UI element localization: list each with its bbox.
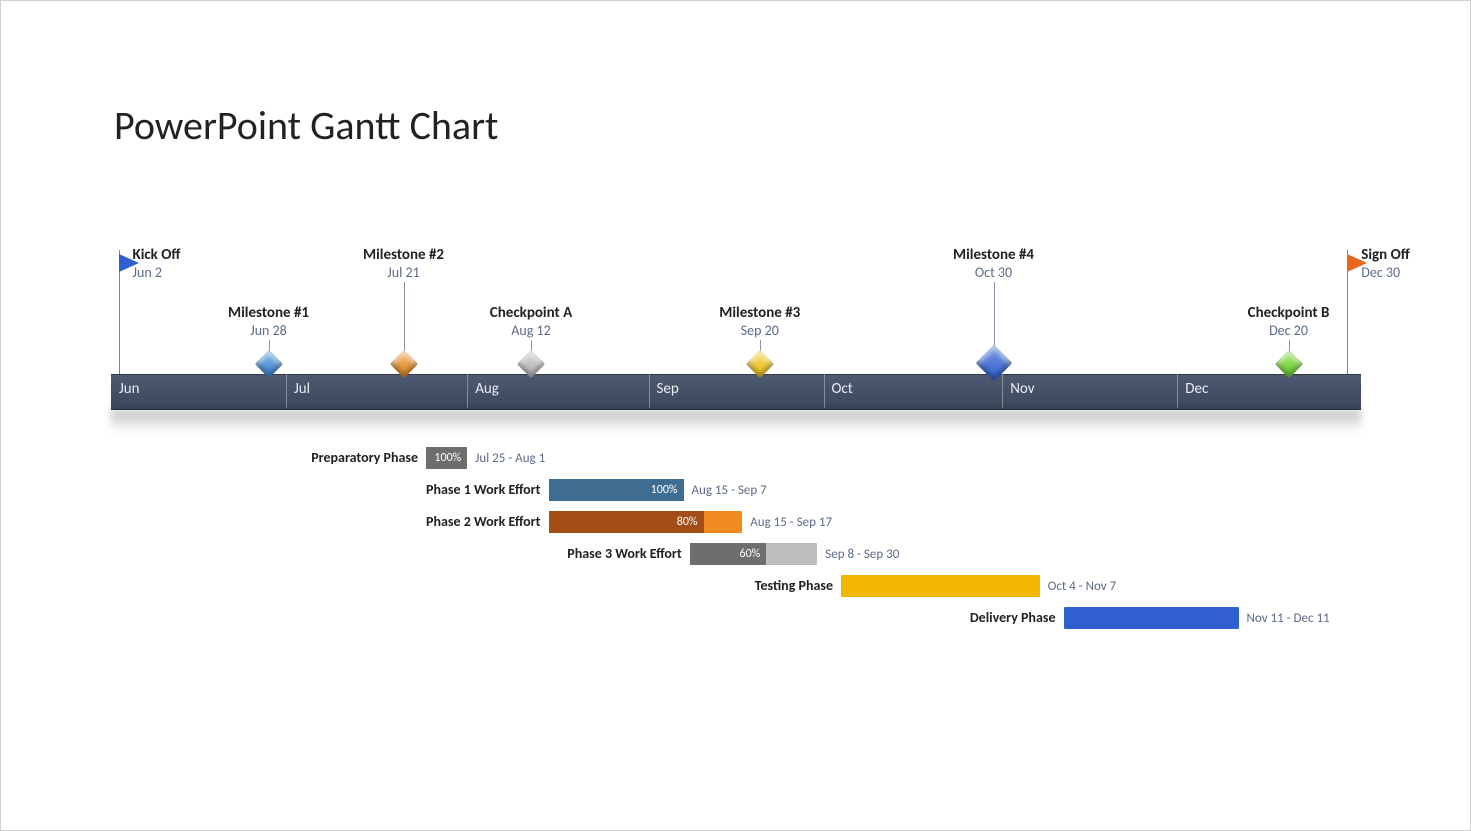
axis-tick xyxy=(1177,374,1178,408)
task-label: Phase 2 Work Effort xyxy=(426,513,540,530)
milestone-label: Kick Off xyxy=(133,246,181,264)
axis-tick xyxy=(824,374,825,408)
flag-icon xyxy=(1347,254,1367,272)
task-date-range: Aug 15 - Sep 17 xyxy=(750,515,832,530)
axis-tick-label: Oct xyxy=(832,380,853,398)
axis-tick xyxy=(1002,374,1003,408)
axis-tick xyxy=(649,374,650,408)
task-bar xyxy=(841,575,1040,597)
milestone-date: Jul 21 xyxy=(387,264,419,281)
milestone-date: Dec 20 xyxy=(1269,322,1308,339)
milestone-label: Sign Off xyxy=(1361,246,1409,264)
milestone-date: Sep 20 xyxy=(741,322,779,339)
axis-tick-label: Sep xyxy=(657,380,679,398)
task-bar: 60% xyxy=(690,543,818,565)
task-row: Delivery Phase Nov 11 - Dec 11 xyxy=(111,603,1361,635)
milestone-label: Milestone #3 xyxy=(719,304,800,322)
task-bar: 100% xyxy=(426,447,467,469)
milestone-date: Aug 12 xyxy=(511,322,550,339)
task-label: Phase 1 Work Effort xyxy=(426,481,540,498)
milestone-label: Milestone #4 xyxy=(953,246,1034,264)
task-progress-label: 80% xyxy=(549,511,704,533)
task-bar: 100% xyxy=(549,479,684,501)
axis-tick-label: Jul xyxy=(294,380,310,398)
task-date-range: Oct 4 - Nov 7 xyxy=(1048,579,1116,594)
milestone-date: Oct 30 xyxy=(975,264,1012,281)
axis-tick-label: Jun xyxy=(119,380,140,398)
task-date-range: Aug 15 - Sep 7 xyxy=(692,483,767,498)
axis-tick xyxy=(286,374,287,408)
task-label: Preparatory Phase xyxy=(311,449,418,466)
task-rows: Preparatory Phase 100% Jul 25 - Aug 1 Phase… xyxy=(111,443,1361,635)
task-date-range: Jul 25 - Aug 1 xyxy=(475,451,545,466)
milestone-label: Milestone #2 xyxy=(363,246,444,264)
milestone-date: Jun 28 xyxy=(250,322,287,339)
axis-tick-label: Dec xyxy=(1185,380,1208,398)
task-label: Delivery Phase xyxy=(970,609,1056,626)
slide-title: PowerPoint Gantt Chart xyxy=(114,101,498,150)
milestone-stem xyxy=(404,282,405,356)
task-label: Phase 3 Work Effort xyxy=(567,545,681,562)
task-row: Phase 2 Work Effort 80% Aug 15 - Sep 17 xyxy=(111,507,1361,539)
task-label: Testing Phase xyxy=(755,577,833,594)
gantt-chart: JunJulAugSepOctNovDec Kick OffJun 2Miles… xyxy=(111,196,1361,626)
task-row: Testing Phase Oct 4 - Nov 7 xyxy=(111,571,1361,603)
task-row: Phase 1 Work Effort 100% Aug 15 - Sep 7 xyxy=(111,475,1361,507)
milestone-label: Checkpoint B xyxy=(1248,304,1330,322)
milestone-label: Checkpoint A xyxy=(490,304,572,322)
axis-tick-label: Nov xyxy=(1010,380,1034,398)
axis-tick xyxy=(467,374,468,408)
task-progress-label: 60% xyxy=(690,543,767,565)
task-bar: 80% xyxy=(549,511,743,533)
task-row: Phase 3 Work Effort 60% Sep 8 - Sep 30 xyxy=(111,539,1361,571)
milestone-label: Milestone #1 xyxy=(228,304,309,322)
task-date-range: Sep 8 - Sep 30 xyxy=(825,547,899,562)
slide: PowerPoint Gantt Chart Jun Jul Aug Sep Oct No… xyxy=(0,0,1471,831)
axis-tick-label: Aug xyxy=(475,380,499,398)
task-date-range: Nov 11 - Dec 11 xyxy=(1247,611,1330,626)
task-row: Preparatory Phase 100% Jul 25 - Aug 1 xyxy=(111,443,1361,475)
task-progress-label: 100% xyxy=(426,447,467,469)
task-bar xyxy=(1064,607,1239,629)
flag-icon xyxy=(119,254,139,272)
axis-shadow xyxy=(111,410,1361,432)
task-progress-label: 100% xyxy=(549,479,684,501)
